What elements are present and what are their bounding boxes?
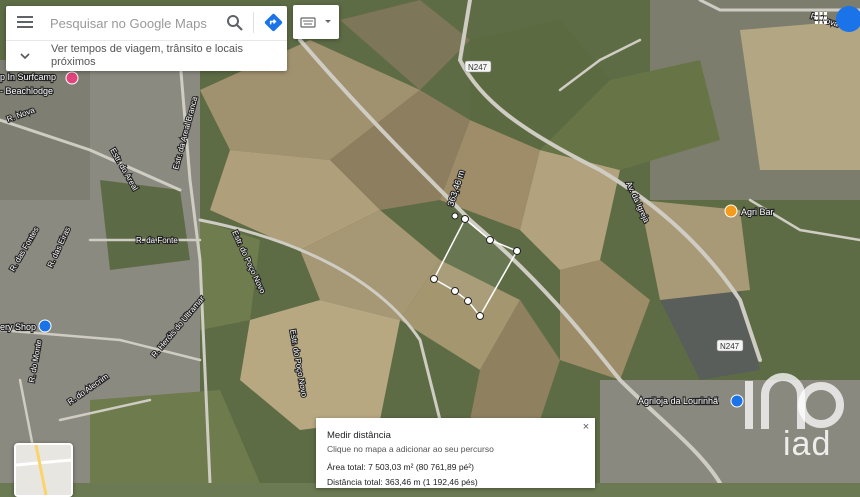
search-icon[interactable] xyxy=(226,14,244,32)
measure-area: Área total: 7 503,03 m² (80 761,89 pé²) xyxy=(327,462,474,472)
measure-vertex[interactable] xyxy=(430,275,438,283)
directions-icon[interactable] xyxy=(264,13,283,32)
keyboard-button[interactable] xyxy=(293,5,339,39)
hotel-pin-icon xyxy=(65,71,79,85)
measure-vertex[interactable] xyxy=(486,236,494,244)
agriloja-label: Agriloja da Lourinhã xyxy=(638,396,718,406)
r-fonte-label: R. da Fonte xyxy=(136,236,178,245)
search-divider xyxy=(253,12,254,33)
search-row xyxy=(6,6,287,39)
surfcamp-label-2: - Beachlodge xyxy=(0,86,53,96)
measure-title: Medir distância xyxy=(327,430,391,441)
measure-distance: Distância total: 363,46 m (1 192,46 pés) xyxy=(327,477,478,487)
measure-vertex[interactable] xyxy=(476,312,484,320)
shop-marker[interactable]: ery Shop xyxy=(0,319,52,333)
chevron-down-icon xyxy=(20,53,30,60)
measure-vertex[interactable] xyxy=(513,247,521,255)
travel-times-row[interactable]: Ver tempos de viagem, trânsito e locais … xyxy=(6,41,287,71)
apps-grid-icon[interactable] xyxy=(815,12,827,24)
travel-times-text: Ver tempos de viagem, trânsito e locais … xyxy=(51,43,243,68)
search-input[interactable] xyxy=(50,13,215,33)
agri-bar-label: Agri Bar xyxy=(741,207,774,217)
measure-vertex[interactable] xyxy=(451,287,459,295)
shop-label: ery Shop xyxy=(0,322,36,332)
map-layer-thumbnail[interactable] xyxy=(14,443,73,497)
measure-vertex[interactable] xyxy=(464,297,472,305)
measure-vertex[interactable] xyxy=(461,215,469,223)
bar-pin-icon xyxy=(724,204,738,218)
n247-label-bottom: N247 xyxy=(720,342,740,351)
satellite-map[interactable]: 363,46 m N247 N247 R. Nova R. Nova Estr.… xyxy=(0,0,860,483)
shop-pin-icon xyxy=(730,394,744,408)
measure-subtitle: Clique no mapa a adicionar ao seu percur… xyxy=(327,444,494,454)
close-icon[interactable]: × xyxy=(580,421,592,433)
surfcamp-label: p In Surfcamp xyxy=(0,72,56,82)
measure-vertex[interactable] xyxy=(451,212,459,220)
search-card: Ver tempos de viagem, trânsito e locais … xyxy=(6,6,287,71)
shop-pin-icon-west xyxy=(38,319,52,333)
watermark-text: iad xyxy=(783,425,832,463)
map-layer-preview xyxy=(16,445,71,495)
measure-distance-card: × Medir distância Clique no mapa a adici… xyxy=(316,418,595,488)
account-avatar[interactable] xyxy=(836,6,860,32)
n247-label-top: N247 xyxy=(468,63,488,72)
menu-icon[interactable] xyxy=(17,16,33,29)
keyboard-icon xyxy=(300,17,331,28)
agri-bar-marker[interactable]: Agri Bar xyxy=(724,204,775,218)
